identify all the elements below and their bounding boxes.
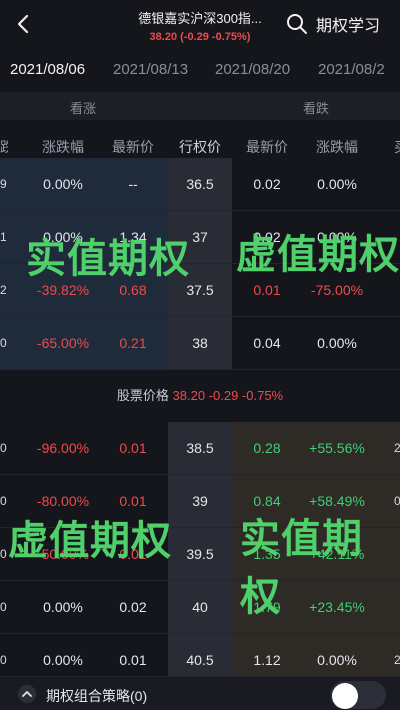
strategy-label[interactable]: 期权组合策略(0)	[46, 686, 147, 706]
tab-date-2[interactable]: 2021/08/20	[215, 61, 290, 78]
call-last-price: 0.01	[119, 440, 147, 456]
put-change-pct: +55.56%	[309, 440, 365, 456]
call-put-section-header: 看涨 看跌	[0, 92, 400, 120]
col-put-change[interactable]: 涨跌幅	[302, 137, 372, 157]
col-put-last[interactable]: 最新价	[234, 137, 300, 157]
row-left-edge-value: 9	[0, 177, 7, 191]
row-right-edge-value: 2	[394, 441, 400, 455]
overlay-otm-top-right: 虚值期权	[236, 233, 400, 277]
title-block: 德银嘉实沪深300指... 38.20 (-0.29 -0.75%)	[100, 8, 300, 43]
put-section-label: 看跌	[303, 101, 330, 116]
strike-price: 38.5	[186, 440, 214, 456]
search-icon	[286, 14, 307, 34]
tab-date-1[interactable]: 2021/08/13	[113, 61, 188, 78]
row-left-edge-value: 0	[0, 336, 7, 350]
strike-price: 39	[192, 493, 208, 509]
call-change-pct: 0.00%	[43, 176, 83, 192]
chevron-up-icon	[22, 691, 32, 697]
toggle-knob	[332, 683, 358, 709]
call-last-price: 0.02	[119, 599, 147, 615]
overlay-otm-bottom-left: 虚值期权	[8, 519, 172, 563]
strategy-toggle[interactable]	[330, 681, 386, 709]
col-strike[interactable]: 行权价	[168, 137, 232, 157]
overlay-itm-top-left: 实值期权	[26, 237, 190, 281]
back-button[interactable]	[10, 10, 38, 38]
strike-price: 38	[192, 335, 208, 351]
price-change-subtitle: 38.20 (-0.29 -0.75%)	[149, 31, 251, 43]
expiry-date-tabs: 2021/08/06 2021/08/13 2021/08/20 2021/08…	[0, 48, 400, 92]
put-last-price: 0.02	[253, 176, 281, 192]
row-left-edge-value: 0	[0, 441, 7, 455]
call-change-pct: -96.00%	[36, 440, 90, 456]
col-right-edge: 买	[394, 137, 400, 157]
page-title: 德银嘉实沪深300指...	[138, 11, 262, 26]
app-header: 德银嘉实沪深300指... 38.20 (-0.29 -0.75%) 期权学习	[0, 0, 400, 48]
stock-price-value: 38.20 -0.29 -0.75%	[172, 388, 284, 403]
col-left-edge: 跌	[0, 139, 8, 155]
row-left-edge-value: 1	[0, 230, 7, 244]
options-learning-label: 期权学习	[315, 18, 380, 35]
put-change-pct: 0.00%	[317, 176, 357, 192]
strike-price: 36.5	[186, 176, 214, 192]
expand-strategy-button[interactable]	[18, 685, 36, 703]
call-last-price: 0.21	[119, 335, 147, 351]
chevron-left-icon	[17, 14, 29, 34]
col-call-change[interactable]: 涨跌幅	[28, 137, 98, 157]
strike-price: 39.5	[186, 546, 214, 562]
put-last-price: 0.04	[253, 335, 281, 351]
call-section-label: 看涨	[70, 101, 97, 116]
option-row[interactable]: 9 0.00% -- 36.5 0.02 0.00%	[0, 158, 400, 211]
overlay-itm-bottom-right: 实值期权	[240, 517, 363, 619]
row-left-edge-value: 0	[0, 600, 7, 614]
row-left-edge-value: 2	[0, 283, 7, 297]
stock-price-label: 股票价格	[116, 388, 169, 403]
stock-price-bar: 股票价格 38.20 -0.29 -0.75%	[0, 370, 400, 422]
tab-date-3[interactable]: 2021/08/2	[318, 61, 385, 78]
put-last-price: 0.28	[253, 440, 281, 456]
call-change-pct: 0.00%	[43, 599, 83, 615]
put-change-pct: 0.00%	[317, 335, 357, 351]
tab-date-0[interactable]: 2021/08/06	[10, 61, 85, 78]
col-call-last[interactable]: 最新价	[100, 137, 166, 157]
option-row[interactable]: 0 -96.00% 0.01 38.5 0.28 +55.56% 2	[0, 422, 400, 475]
row-right-edge-value	[394, 158, 400, 211]
row-left-edge-value: 0	[0, 494, 7, 508]
options-learning-button[interactable]: 期权学习	[286, 12, 380, 36]
call-last-price: --	[128, 176, 138, 192]
row-left-edge-value: 0	[0, 547, 7, 561]
strike-price: 40	[192, 599, 208, 615]
strategy-bar: 期权组合策略(0)	[0, 676, 400, 710]
option-row[interactable]: 0 -65.00% 0.21 38 0.04 0.00%	[0, 317, 400, 370]
call-change-pct: -65.00%	[36, 335, 90, 351]
row-right-edge-value	[394, 317, 400, 370]
